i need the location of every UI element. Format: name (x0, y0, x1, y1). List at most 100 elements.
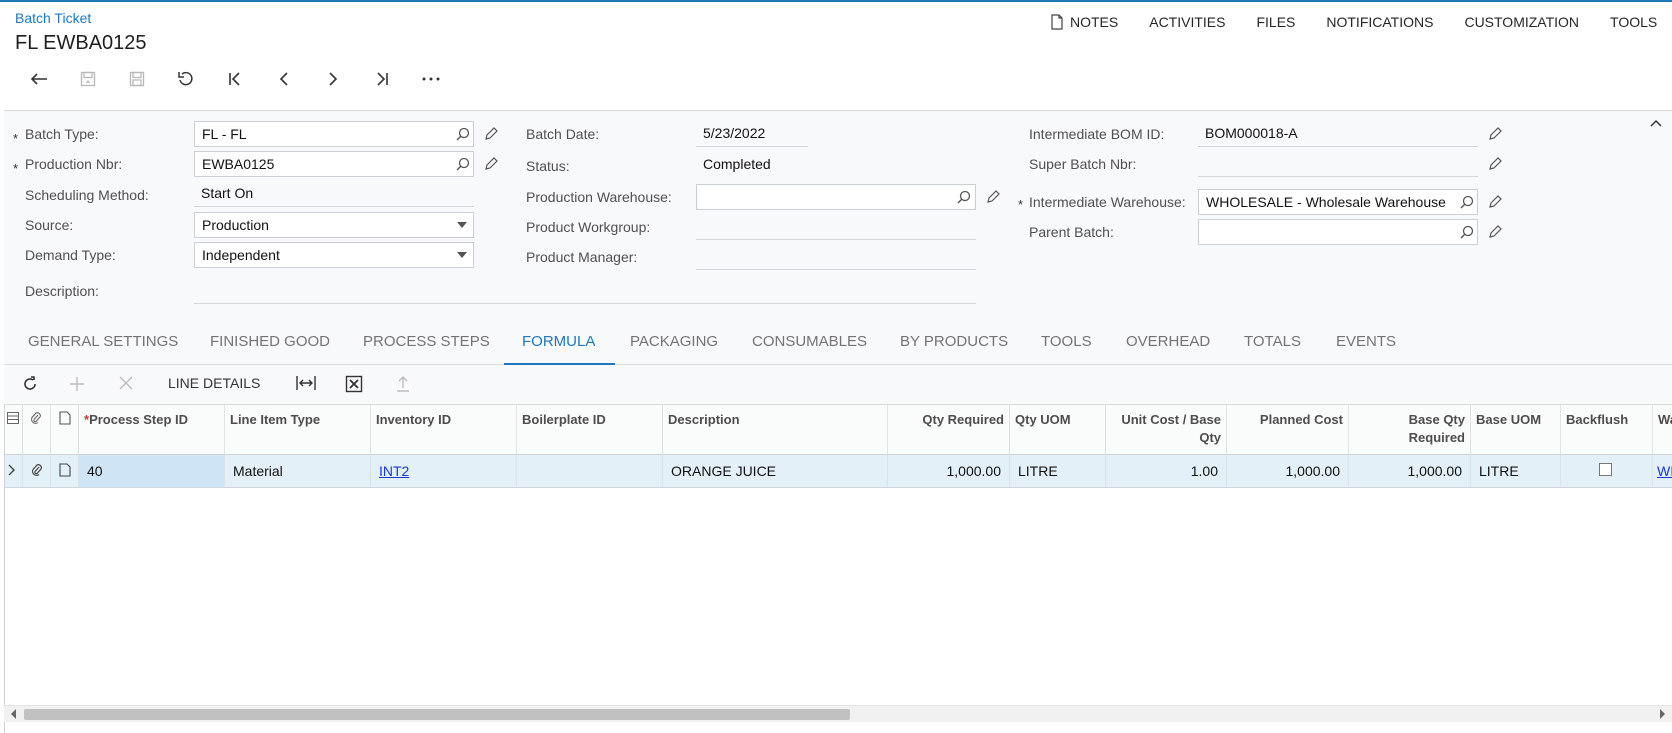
search-icon[interactable] (1458, 193, 1476, 211)
header-inventory-id[interactable]: Inventory ID (371, 405, 517, 455)
next-record-button[interactable] (308, 64, 357, 94)
first-record-icon (228, 72, 240, 86)
back-button[interactable] (14, 64, 63, 94)
row-attachment[interactable] (23, 455, 51, 487)
tab-formula[interactable]: FORMULA (522, 333, 595, 350)
edit-pencil-icon[interactable] (482, 125, 500, 143)
tab-totals[interactable]: TOTALS (1244, 333, 1301, 350)
tab-finished-good[interactable]: FINISHED GOOD (210, 333, 330, 350)
edit-pencil-icon[interactable] (1486, 223, 1504, 241)
first-record-button[interactable] (210, 64, 259, 94)
undo-button[interactable] (161, 64, 210, 94)
scrollbar-thumb[interactable] (24, 709, 850, 720)
tab-events[interactable]: EVENTS (1336, 333, 1396, 350)
header-planned-cost[interactable]: Planned Cost (1227, 405, 1349, 455)
edit-pencil-icon[interactable] (482, 155, 500, 173)
search-icon[interactable] (454, 125, 472, 143)
export-excel-button[interactable] (345, 375, 363, 393)
inventory-id-link[interactable]: INT2 (379, 463, 409, 479)
header-base-uom[interactable]: Base UOM (1471, 405, 1561, 455)
last-record-button[interactable] (357, 64, 406, 94)
cell-base-qty-required[interactable]: 1,000.00 (1349, 455, 1471, 487)
cell-inventory-id[interactable]: INT2 (371, 455, 517, 487)
status-label: Status: (526, 158, 570, 174)
demand-type-select[interactable]: Independent (194, 242, 474, 268)
chevron-down-icon[interactable] (453, 246, 471, 264)
fit-columns-button[interactable] (295, 375, 317, 391)
header-process-step-id[interactable]: *Process Step ID (79, 405, 225, 455)
tab-by-products[interactable]: BY PRODUCTS (900, 333, 1008, 350)
more-button[interactable] (406, 64, 455, 94)
description-field[interactable] (194, 278, 976, 304)
horizontal-scrollbar[interactable] (4, 705, 1672, 722)
breadcrumb[interactable]: Batch Ticket (15, 10, 91, 26)
backflush-checkbox[interactable] (1599, 463, 1612, 476)
header-qty-uom[interactable]: Qty UOM (1010, 405, 1106, 455)
grid-settings-header[interactable] (5, 405, 23, 455)
cell-qty-required[interactable]: 1,000.00 (888, 455, 1010, 487)
row-expand[interactable] (5, 455, 23, 487)
cell-unit-cost[interactable]: 1.00 (1106, 455, 1227, 487)
add-row-button[interactable] (68, 375, 86, 393)
header-backflush[interactable]: Backflush (1561, 405, 1653, 455)
edit-pencil-icon[interactable] (1486, 155, 1504, 173)
tab-tools[interactable]: TOOLS (1041, 333, 1092, 350)
attachment-header (23, 405, 51, 455)
notifications-menu-item[interactable]: NOTIFICATIONS (1326, 14, 1433, 30)
parent-batch-input[interactable] (1198, 219, 1478, 245)
header-boilerplate-id[interactable]: Boilerplate ID (517, 405, 663, 455)
row-note[interactable] (51, 455, 79, 487)
notes-menu-item[interactable]: NOTES (1050, 14, 1118, 30)
header-description[interactable]: Description (663, 405, 888, 455)
warehouse-link[interactable]: WI (1657, 463, 1672, 479)
header-base-qty-required[interactable]: Base Qty Required (1349, 405, 1471, 455)
cell-planned-cost[interactable]: 1,000.00 (1227, 455, 1349, 487)
cell-line-item-type[interactable]: Material (225, 455, 371, 487)
upload-button[interactable] (395, 375, 411, 393)
cell-qty-uom[interactable]: LITRE (1010, 455, 1106, 487)
tab-overhead[interactable]: OVERHEAD (1126, 333, 1210, 350)
tab-process-steps[interactable]: PROCESS STEPS (363, 333, 490, 350)
production-nbr-input[interactable]: EWBA0125 (194, 151, 474, 177)
table-row[interactable]: 40 Material INT2 ORANGE JUICE 1,000.00 L… (5, 455, 1672, 488)
tab-consumables[interactable]: CONSUMABLES (752, 333, 867, 350)
header-line-item-type[interactable]: Line Item Type (225, 405, 371, 455)
edit-pencil-icon[interactable] (1486, 125, 1504, 143)
cell-process-step-id[interactable]: 40 (79, 455, 225, 487)
collapse-button[interactable] (1650, 114, 1662, 130)
tab-general-settings[interactable]: GENERAL SETTINGS (28, 333, 178, 350)
cell-base-uom[interactable]: LITRE (1471, 455, 1561, 487)
intermediate-warehouse-input[interactable]: WHOLESALE - Wholesale Warehouse (1198, 189, 1478, 215)
previous-record-button[interactable] (259, 64, 308, 94)
cell-description[interactable]: ORANGE JUICE (663, 455, 888, 487)
scroll-left-icon[interactable] (10, 709, 18, 719)
search-icon[interactable] (1458, 223, 1476, 241)
search-icon[interactable] (454, 155, 472, 173)
refresh-button[interactable] (21, 375, 39, 393)
previous-record-icon (279, 72, 288, 86)
activities-menu-item[interactable]: ACTIVITIES (1149, 14, 1225, 30)
tab-packaging[interactable]: PACKAGING (630, 333, 718, 350)
tools-menu-item[interactable]: TOOLS (1610, 14, 1657, 30)
line-details-button[interactable]: LINE DETAILS (168, 375, 260, 391)
chevron-down-icon[interactable] (453, 216, 471, 234)
undo-icon (177, 71, 193, 86)
cell-boilerplate-id[interactable] (517, 455, 663, 487)
scroll-right-icon[interactable] (1658, 709, 1666, 719)
save-close-button[interactable] (63, 64, 112, 94)
edit-pencil-icon[interactable] (984, 188, 1002, 206)
search-icon[interactable] (955, 188, 973, 206)
files-menu-item[interactable]: FILES (1256, 14, 1295, 30)
source-select[interactable]: Production (194, 212, 474, 238)
header-qty-required[interactable]: Qty Required (888, 405, 1010, 455)
header-warehouse[interactable]: Wa (1653, 405, 1672, 455)
edit-pencil-icon[interactable] (1486, 193, 1504, 211)
batch-type-input[interactable]: FL - FL (194, 121, 474, 147)
delete-row-button[interactable] (118, 375, 134, 391)
production-warehouse-input[interactable] (696, 184, 976, 210)
header-unit-cost[interactable]: Unit Cost / Base Qty (1106, 405, 1227, 455)
customization-menu-item[interactable]: CUSTOMIZATION (1464, 14, 1579, 30)
cell-warehouse[interactable]: WI (1653, 455, 1672, 487)
cell-backflush[interactable] (1561, 455, 1653, 487)
save-button[interactable] (112, 64, 161, 94)
